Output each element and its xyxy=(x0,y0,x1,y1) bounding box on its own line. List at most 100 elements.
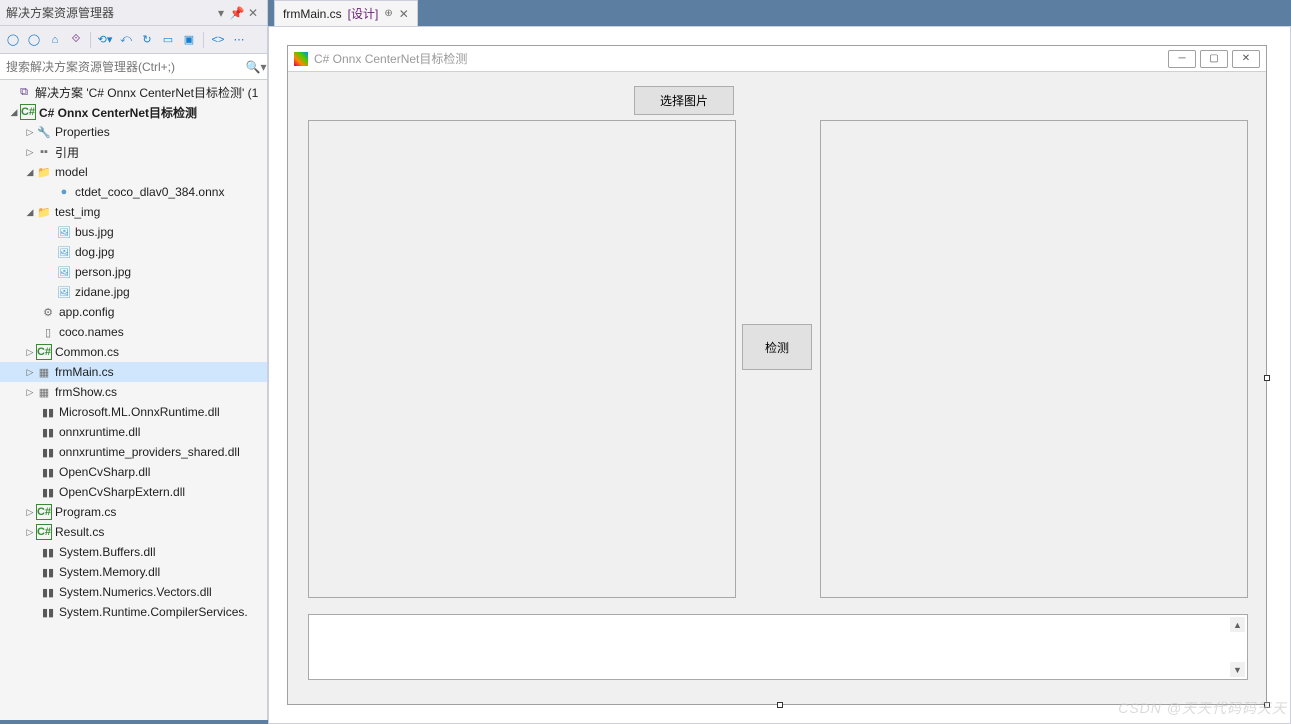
file-person[interactable]: 🖼person.jpg xyxy=(0,262,267,282)
toolbar-separator xyxy=(203,32,204,48)
wrench-icon: 🔧 xyxy=(36,124,52,140)
sync-doc-icon[interactable]: ↻ xyxy=(138,31,156,49)
file-dll9[interactable]: ▮▮System.Runtime.CompilerServices. xyxy=(0,602,267,622)
panel-header: 解决方案资源管理器 ▾ 📌 ✕ xyxy=(0,0,267,26)
project-node[interactable]: ◢C#C# Onnx CenterNet目标检测 xyxy=(0,102,267,122)
folder-icon: 📁 xyxy=(36,204,52,220)
tab-pin-icon[interactable]: ⊕ xyxy=(384,8,392,19)
dll-icon: ▮▮ xyxy=(40,464,56,480)
form-icon: ▦ xyxy=(36,384,52,400)
code-icon[interactable]: <> xyxy=(209,31,227,49)
panel-pin-icon[interactable]: 📌 xyxy=(229,6,245,20)
sync-icon[interactable]: ⟐ xyxy=(67,31,85,49)
image-icon: 🖼 xyxy=(56,284,72,300)
minimize-button[interactable]: ─ xyxy=(1168,50,1196,68)
file-frmshow[interactable]: ▷▦frmShow.cs xyxy=(0,382,267,402)
search-input[interactable] xyxy=(0,55,245,79)
solution-toolbar: ◯ ◯ ⌂ ⟐ ⟲▾ ⤺ ↻ ▭ ▣ <> ⋯ xyxy=(0,26,267,54)
form-window[interactable]: C# Onnx CenterNet目标检测 ─ ▢ ✕ 选择图片 检测 ▲ ▼ xyxy=(287,45,1267,705)
home-icon[interactable]: ⌂ xyxy=(46,31,64,49)
expand-icon[interactable]: ▷ xyxy=(24,147,36,158)
refresh-icon[interactable]: ⟲▾ xyxy=(96,31,114,49)
file-zidane[interactable]: 🖼zidane.jpg xyxy=(0,282,267,302)
file-dog[interactable]: 🖼dog.jpg xyxy=(0,242,267,262)
form-title-bar: C# Onnx CenterNet目标检测 ─ ▢ ✕ xyxy=(288,46,1266,72)
show-all-icon[interactable]: ▭ xyxy=(159,31,177,49)
dll-icon: ▮▮ xyxy=(40,404,56,420)
resize-handle-corner[interactable] xyxy=(1264,702,1270,708)
file-common[interactable]: ▷C#Common.cs xyxy=(0,342,267,362)
expand-icon[interactable]: ▷ xyxy=(24,527,36,538)
forward-icon[interactable]: ◯ xyxy=(25,31,43,49)
folder-testimg[interactable]: ◢📁test_img xyxy=(0,202,267,222)
file-coconames[interactable]: ▯coco.names xyxy=(0,322,267,342)
file-frmmain[interactable]: ▷▦frmMain.cs xyxy=(0,362,267,382)
search-icon[interactable]: 🔍▾ xyxy=(245,60,267,74)
folder-icon: 📁 xyxy=(36,164,52,180)
solution-node[interactable]: ⧉解决方案 'C# Onnx CenterNet目标检测' (1 xyxy=(0,82,267,102)
collapse-icon[interactable]: ⤺ xyxy=(117,31,135,49)
file-appconfig[interactable]: ⚙app.config xyxy=(0,302,267,322)
expand-icon[interactable]: ▷ xyxy=(24,507,36,518)
file-dll7[interactable]: ▮▮System.Memory.dll xyxy=(0,562,267,582)
csharp-project-icon: C# xyxy=(20,104,36,120)
tab-filename: frmMain.cs xyxy=(283,7,342,21)
scroll-up-icon[interactable]: ▲ xyxy=(1230,617,1245,632)
image-icon: 🖼 xyxy=(56,224,72,240)
file-dll8[interactable]: ▮▮System.Numerics.Vectors.dll xyxy=(0,582,267,602)
solution-tree: ⧉解决方案 'C# Onnx CenterNet目标检测' (1 ◢C#C# O… xyxy=(0,80,267,720)
resize-handle-right[interactable] xyxy=(1264,375,1270,381)
dll-icon: ▮▮ xyxy=(40,584,56,600)
image-icon: 🖼 xyxy=(56,244,72,260)
more-icon[interactable]: ⋯ xyxy=(230,31,248,49)
solution-icon: ⧉ xyxy=(16,84,32,100)
expand-icon[interactable]: ▷ xyxy=(24,347,36,358)
form-title: C# Onnx CenterNet目标检测 xyxy=(314,50,1164,67)
image-icon: 🖼 xyxy=(56,264,72,280)
detect-button[interactable]: 检测 xyxy=(742,324,812,370)
expand-icon[interactable]: ▷ xyxy=(24,367,36,378)
search-row: 🔍▾ xyxy=(0,54,267,80)
resize-handle-bottom[interactable] xyxy=(777,702,783,708)
designer-surface[interactable]: C# Onnx CenterNet目标检测 ─ ▢ ✕ 选择图片 检测 ▲ ▼ xyxy=(268,26,1291,724)
tab-close-icon[interactable]: ✕ xyxy=(399,7,409,21)
properties-node[interactable]: ▷🔧Properties xyxy=(0,122,267,142)
properties-icon[interactable]: ▣ xyxy=(180,31,198,49)
file-bus[interactable]: 🖼bus.jpg xyxy=(0,222,267,242)
expand-icon[interactable]: ▷ xyxy=(24,387,36,398)
output-textbox[interactable]: ▲ ▼ xyxy=(308,614,1248,680)
file-onnx[interactable]: ●ctdet_coco_dlav0_384.onnx xyxy=(0,182,267,202)
tab-frmmain-design[interactable]: frmMain.cs [设计] ⊕ ✕ xyxy=(274,0,418,26)
file-dll2[interactable]: ▮▮onnxruntime.dll xyxy=(0,422,267,442)
folder-model[interactable]: ◢📁model xyxy=(0,162,267,182)
csharp-icon: C# xyxy=(36,504,52,520)
file-program[interactable]: ▷C#Program.cs xyxy=(0,502,267,522)
panel-dropdown-icon[interactable]: ▾ xyxy=(213,6,229,20)
picturebox-right[interactable] xyxy=(820,120,1248,598)
dll-icon: ▮▮ xyxy=(40,444,56,460)
select-image-button[interactable]: 选择图片 xyxy=(634,86,734,115)
app-icon xyxy=(294,52,308,66)
file-result[interactable]: ▷C#Result.cs xyxy=(0,522,267,542)
close-button[interactable]: ✕ xyxy=(1232,50,1260,68)
file-dll1[interactable]: ▮▮Microsoft.ML.OnnxRuntime.dll xyxy=(0,402,267,422)
file-dll5[interactable]: ▮▮OpenCvSharpExtern.dll xyxy=(0,482,267,502)
collapse-icon[interactable]: ◢ xyxy=(8,107,20,118)
csharp-icon: C# xyxy=(36,344,52,360)
panel-close-icon[interactable]: ✕ xyxy=(245,6,261,20)
expand-icon[interactable]: ▷ xyxy=(24,127,36,138)
collapse-icon[interactable]: ◢ xyxy=(24,167,36,178)
tab-mode: [设计] xyxy=(348,5,379,22)
back-icon[interactable]: ◯ xyxy=(4,31,22,49)
toolbar-separator xyxy=(90,32,91,48)
config-icon: ⚙ xyxy=(40,304,56,320)
picturebox-left[interactable] xyxy=(308,120,736,598)
references-node[interactable]: ▷▪▪引用 xyxy=(0,142,267,162)
collapse-icon[interactable]: ◢ xyxy=(24,207,36,218)
maximize-button[interactable]: ▢ xyxy=(1200,50,1228,68)
file-icon: ● xyxy=(56,184,72,200)
file-dll3[interactable]: ▮▮onnxruntime_providers_shared.dll xyxy=(0,442,267,462)
scroll-down-icon[interactable]: ▼ xyxy=(1230,662,1245,677)
file-dll6[interactable]: ▮▮System.Buffers.dll xyxy=(0,542,267,562)
file-dll4[interactable]: ▮▮OpenCvSharp.dll xyxy=(0,462,267,482)
